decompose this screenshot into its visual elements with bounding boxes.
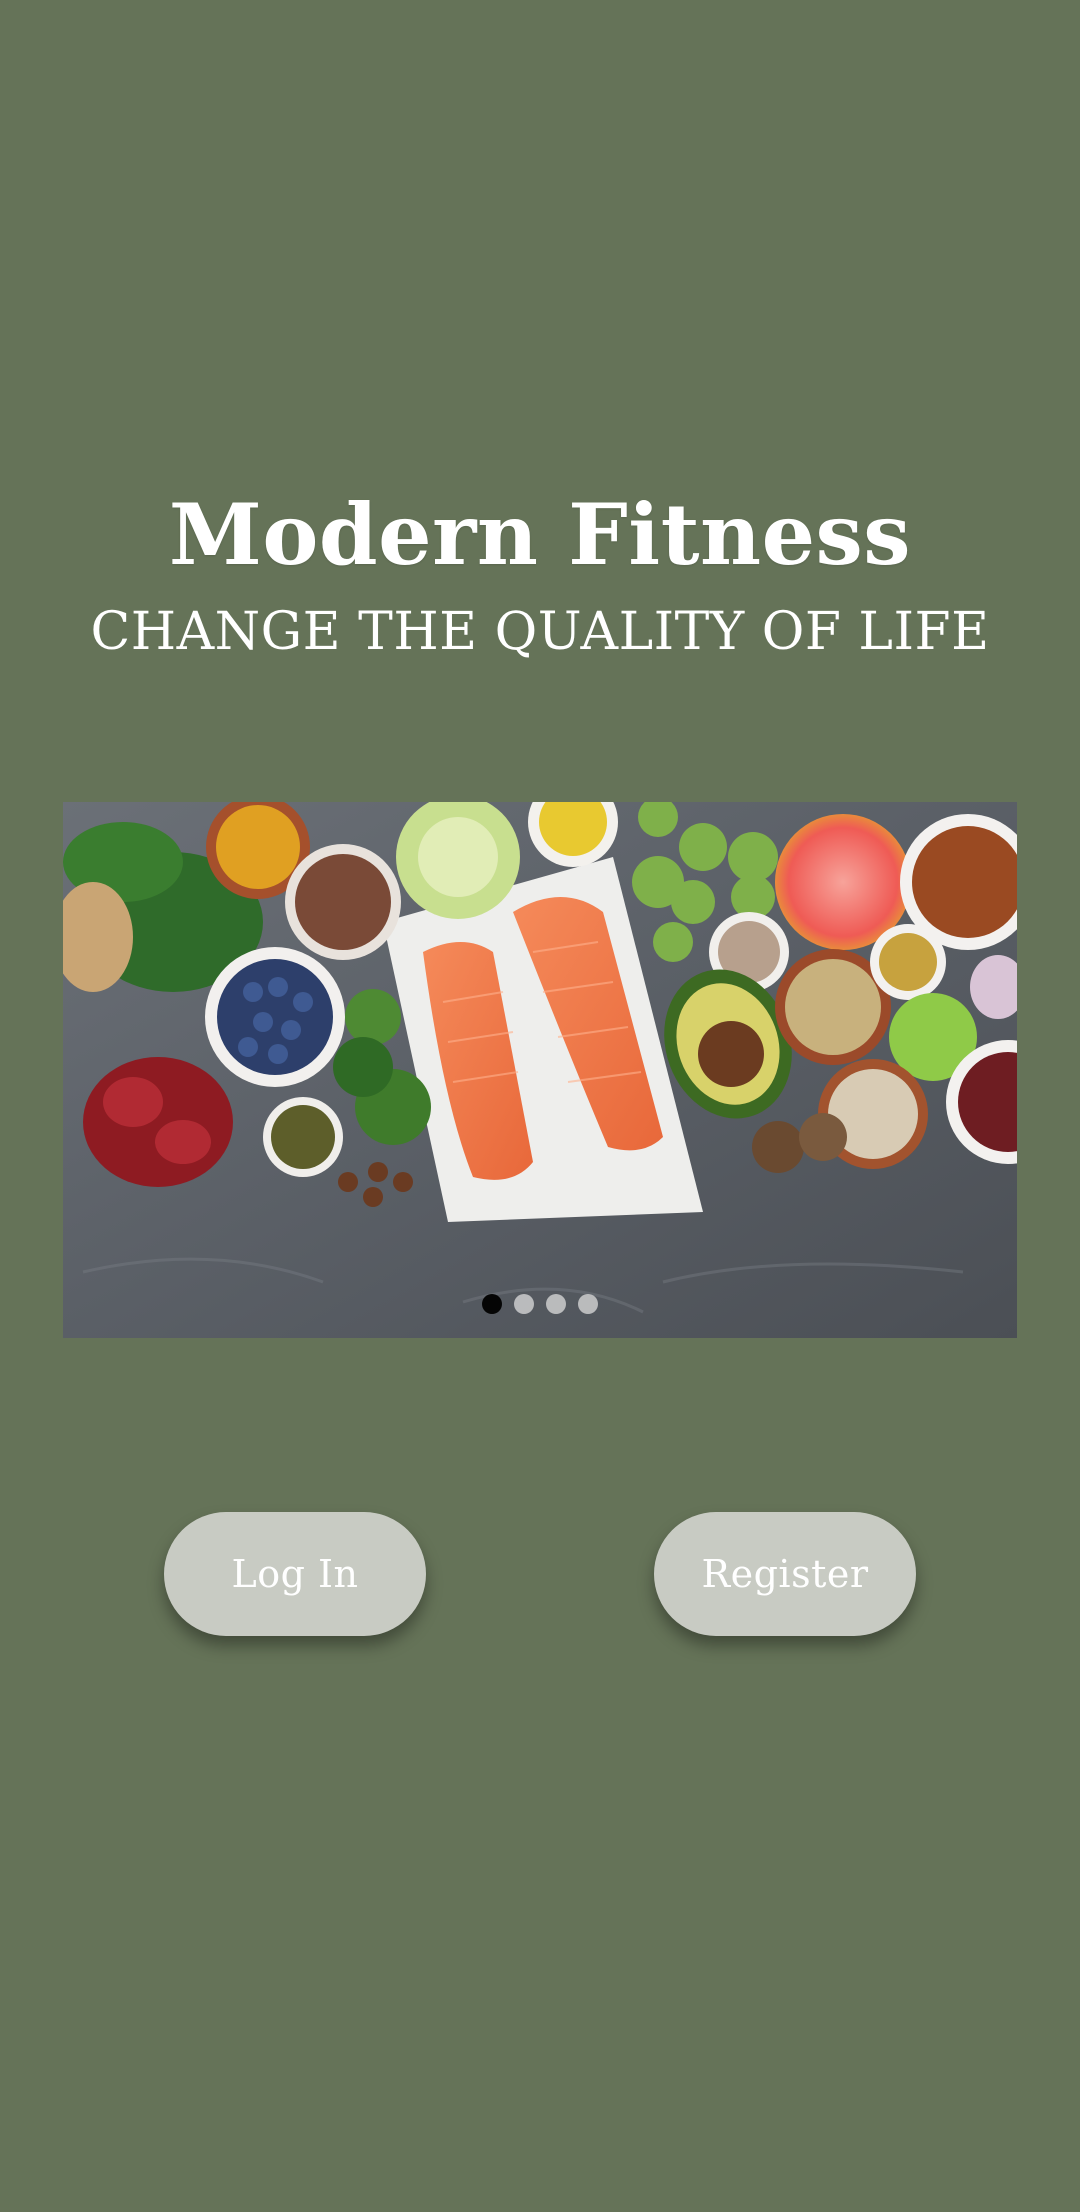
image-carousel[interactable] bbox=[63, 802, 1017, 1338]
app-tagline: CHANGE THE QUALITY OF LIFE bbox=[90, 602, 990, 662]
login-button[interactable]: Log In bbox=[164, 1512, 426, 1636]
carousel-dot-4[interactable] bbox=[578, 1294, 598, 1314]
healthy-food-image bbox=[63, 802, 1017, 1338]
header: Modern Fitness CHANGE THE QUALITY OF LIF… bbox=[0, 480, 1080, 674]
register-button[interactable]: Register bbox=[654, 1512, 916, 1636]
app-title: Modern Fitness bbox=[168, 485, 912, 584]
carousel-dot-1[interactable] bbox=[482, 1294, 502, 1314]
carousel-dot-3[interactable] bbox=[546, 1294, 566, 1314]
carousel-pagination bbox=[63, 1294, 1017, 1314]
carousel-dot-2[interactable] bbox=[514, 1294, 534, 1314]
